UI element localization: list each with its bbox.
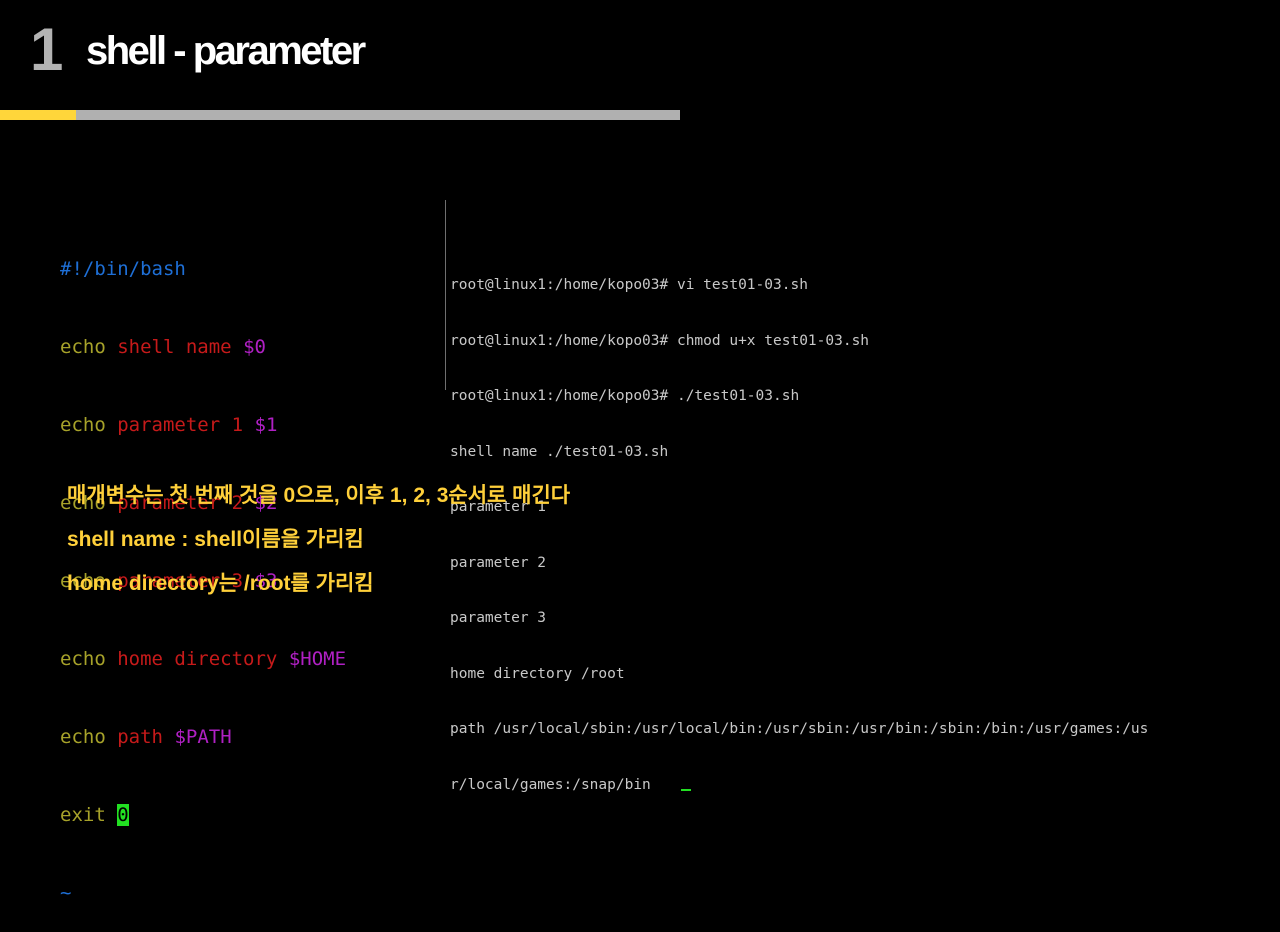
terminal-line: root@linux1:/home/kopo03# chmod u+x test…: [450, 332, 870, 349]
vi-echo-line: echo parameter 1 $1: [60, 412, 440, 438]
terminal-last-line: r/local/games:/snap/bin: [450, 776, 1278, 795]
vi-echo-line: echo path $PATH: [60, 724, 440, 750]
vi-echo-var: $PATH: [174, 726, 232, 748]
vi-echo-var: $1: [254, 414, 278, 436]
title-underline-accent: [0, 110, 76, 120]
vi-exit-cmd: exit: [60, 804, 106, 826]
terminal-line: shell name ./test01-03.sh: [450, 443, 669, 460]
terminal-line: r/local/games:/snap/bin: [450, 776, 651, 793]
slide-title: shell - parameter: [86, 29, 366, 73]
terminal-output-screenshot: root@linux1:/home/kopo03# vi test01-03.s…: [445, 200, 1278, 793]
terminal-line: parameter 1: [450, 499, 547, 515]
vi-exit-code-cursor: 0: [117, 804, 129, 826]
note-item: shell name : shell이름을 가리킴: [67, 528, 364, 551]
vi-tilde: ~: [60, 882, 72, 904]
terminal-line: parameter 2: [450, 554, 547, 571]
vi-echo-cmd: echo: [60, 648, 106, 670]
terminal-line: path /usr/local/sbin:/usr/local/bin:/usr…: [450, 721, 1149, 737]
vi-echo-var: $HOME: [288, 648, 347, 670]
vi-exit-line: exit 0: [60, 802, 440, 828]
vi-echo-text: path: [117, 726, 163, 748]
vi-shebang-line: #!/bin/bash: [60, 256, 440, 282]
vi-echo-line: echo home directory $HOME: [60, 646, 440, 672]
note-item: 매개변수는 첫 번째 것을 0으로, 이후 1, 2, 3순서로 매긴다: [67, 484, 571, 507]
terminal-line: root@linux1:/home/kopo03# vi test01-03.s…: [450, 277, 808, 293]
terminal-line: root@linux1:/home/kopo03# ./test01-03.sh: [450, 388, 800, 404]
terminal-cursor: [680, 788, 691, 791]
vi-tilde-line: ~: [60, 880, 440, 906]
vi-echo-text: home directory: [117, 648, 278, 670]
vi-echo-text: shell name: [117, 336, 232, 358]
notes: 매개변수는 첫 번째 것을 0으로, 이후 1, 2, 3순서로 매긴다 she…: [67, 482, 570, 614]
vi-echo-line: echo shell name $0: [60, 334, 440, 360]
vi-echo-cmd: echo: [60, 336, 106, 358]
terminal-line: parameter 3: [450, 610, 547, 626]
vi-shebang: #!/bin/bash: [60, 258, 186, 280]
vi-echo-cmd: echo: [60, 726, 106, 748]
note-item: home directory는 /root를 가리킴: [67, 572, 374, 595]
vi-echo-var: $0: [243, 336, 266, 358]
slide-number: 1: [30, 16, 64, 83]
vi-echo-text: parameter 1: [117, 414, 244, 436]
vi-echo-cmd: echo: [60, 414, 106, 436]
terminal-line: home directory /root: [450, 665, 625, 682]
title-underline-bar: [0, 110, 680, 120]
